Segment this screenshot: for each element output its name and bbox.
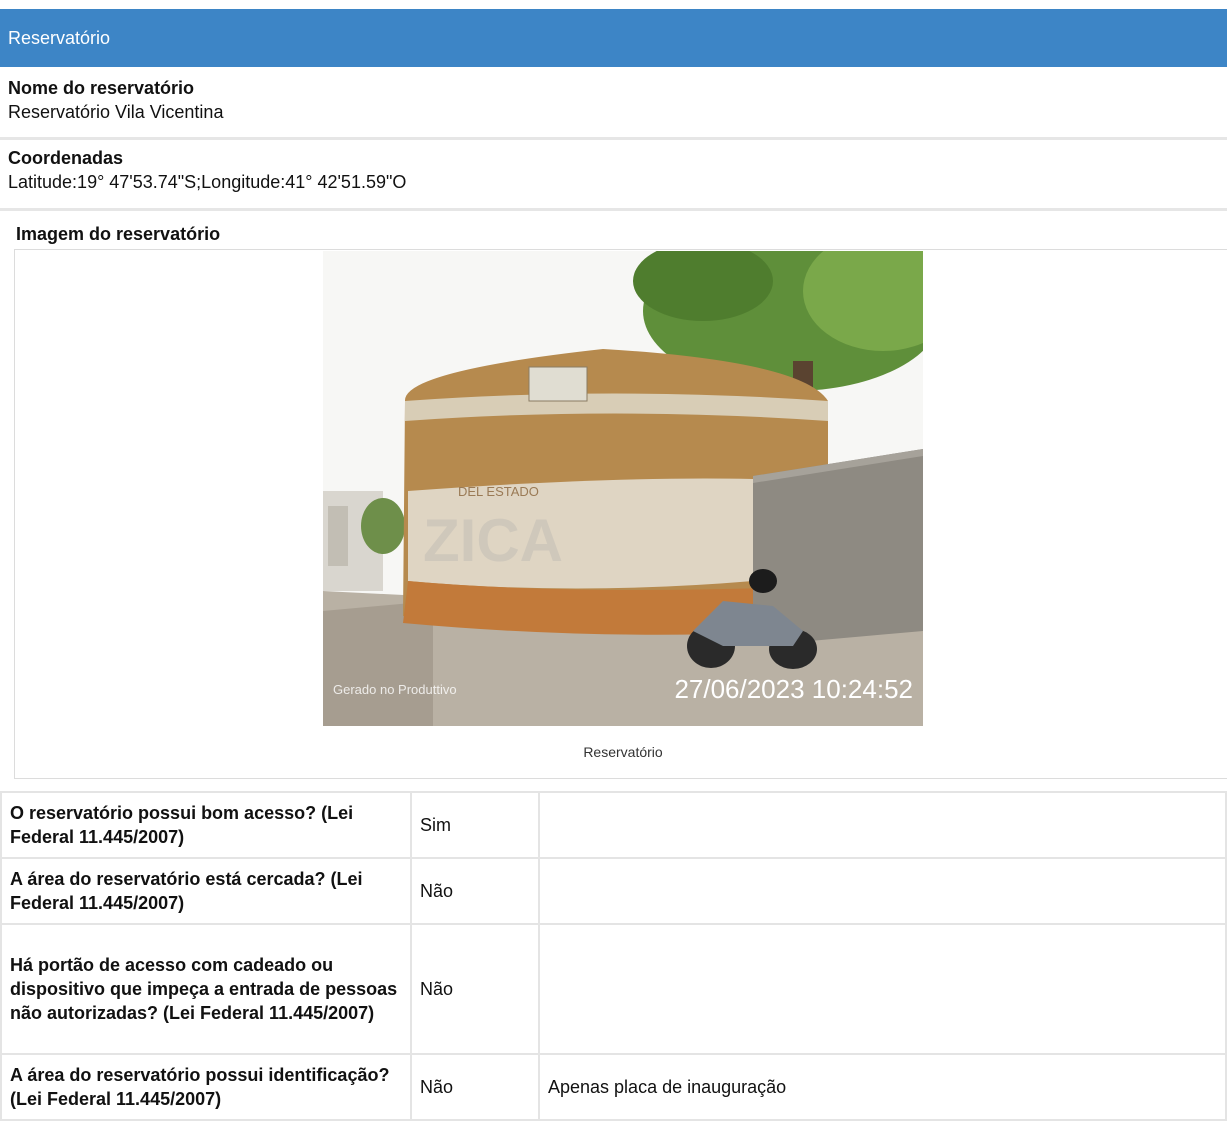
answer-text: Não <box>410 1053 540 1121</box>
note-text <box>538 923 1227 1055</box>
wall-inscription: DEL ESTADO <box>458 484 539 499</box>
image-caption: Reservatório <box>583 744 663 760</box>
table-row: O reservatório possui bom acesso? (Lei F… <box>0 791 1227 859</box>
questions-table: O reservatório possui bom acesso? (Lei F… <box>0 791 1227 1121</box>
reservoir-name-field: Nome do reservatório Reservatório Vila V… <box>0 78 1227 123</box>
question-text: A área do reservatório está cercada? (Le… <box>0 857 412 925</box>
note-text <box>538 857 1227 925</box>
watermark-generator: Gerado no Produttivo <box>333 682 457 697</box>
image-label: Imagem do reservatório <box>16 224 221 244</box>
question-text: O reservatório possui bom acesso? (Lei F… <box>0 791 412 859</box>
divider <box>0 208 1227 211</box>
painted-letters: ZICA <box>423 507 563 574</box>
reservoir-name-value: Reservatório Vila Vicentina <box>8 102 224 122</box>
watermark-timestamp: 27/06/2023 10:24:52 <box>674 674 913 704</box>
answer-text: Não <box>410 923 540 1055</box>
table-row: A área do reservatório está cercada? (Le… <box>0 857 1227 925</box>
coordinates-field: Coordenadas Latitude:19° 47'53.74"S;Long… <box>0 148 1227 193</box>
note-text <box>538 791 1227 859</box>
question-text: A área do reservatório possui identifica… <box>0 1053 412 1121</box>
reservoir-photo: DEL ESTADO ZICA Gerado no Produttivo 27/… <box>323 251 923 726</box>
question-text: Há portão de acesso com cadeado ou dispo… <box>0 923 412 1055</box>
reservoir-name-label: Nome do reservatório <box>8 78 195 98</box>
answer-text: Sim <box>410 791 540 859</box>
divider <box>0 137 1227 140</box>
coordinates-value: Latitude:19° 47'53.74"S;Longitude:41° 42… <box>8 172 407 192</box>
section-header: Reservatório <box>0 9 1227 67</box>
coordinates-label: Coordenadas <box>8 148 124 168</box>
answer-text: Não <box>410 857 540 925</box>
table-row: Há portão de acesso com cadeado ou dispo… <box>0 923 1227 1055</box>
table-row: A área do reservatório possui identifica… <box>0 1053 1227 1121</box>
note-text: Apenas placa de inauguração <box>538 1053 1227 1121</box>
section-title: Reservatório <box>8 27 111 48</box>
